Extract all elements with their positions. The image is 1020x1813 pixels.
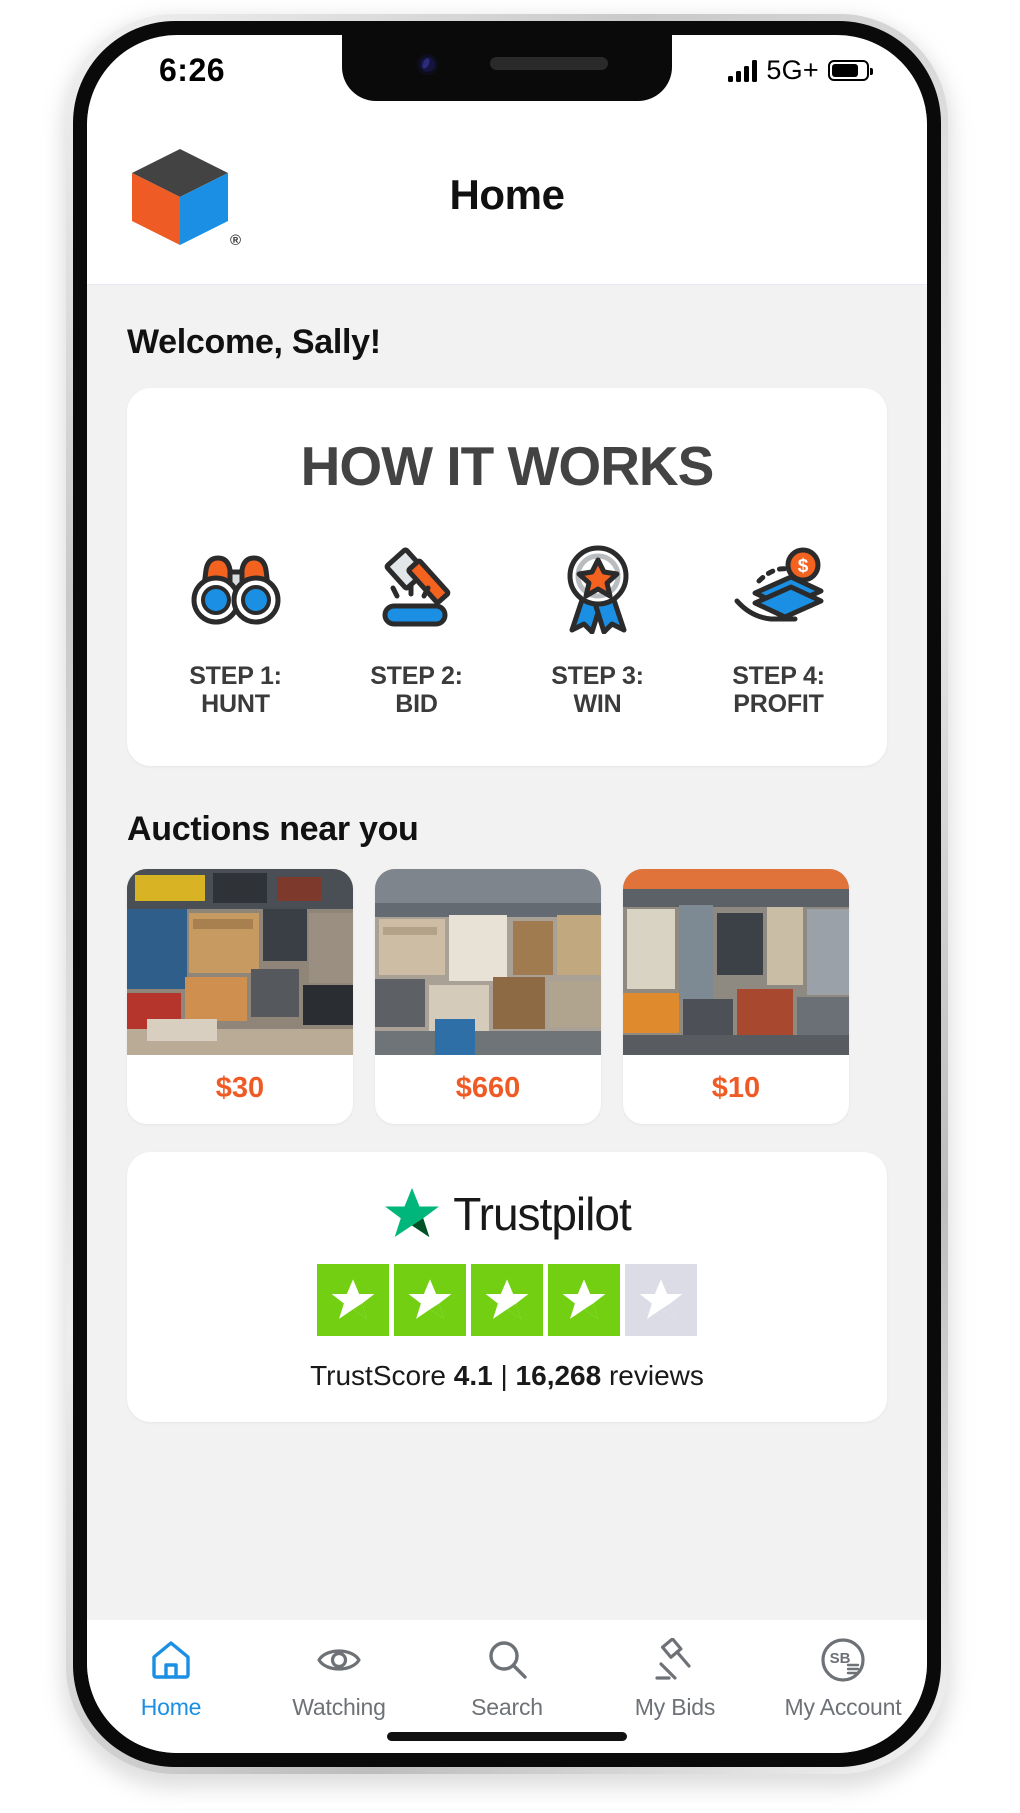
auction-price: $660 [455,1072,521,1104]
trustpilot-wordmark: Trustpilot [453,1188,631,1240]
account-avatar-icon: SB [768,1634,918,1686]
status-time: 6:26 [159,52,226,88]
trustpilot-star-icon [385,1188,440,1237]
money-in-hand-icon: $ [695,540,863,636]
trustscore-line: TrustScore 4.1 | 16,268 reviews [145,1360,869,1392]
trustscore-prefix: TrustScore [310,1360,454,1391]
tab-my-account[interactable]: SB My Account [768,1634,918,1721]
rating-star-filled [471,1264,543,1336]
step-item-win: STEP 3: WIN [514,540,682,718]
screenshot-stage: 6:26 5G+ ® Home Welcome, Sally! HOW IT W… [0,0,1020,1813]
binoculars-icon [152,540,320,636]
rating-star-empty [625,1264,697,1336]
tab-watching[interactable]: Watching [264,1634,414,1721]
trustpilot-card: Trustpilot TrustScore 4.1 | 16,268 revie… [127,1152,887,1422]
gavel-icon [333,540,501,636]
device-notch [342,35,672,101]
tab-label: My Account [784,1694,902,1720]
gavel-icon [600,1634,750,1686]
trustscore-value: 4.1 [453,1360,493,1391]
main-scroll-area[interactable]: Welcome, Sally! HOW IT WORKS STEP 1: HUN… [87,285,927,1620]
rating-star-filled [394,1264,466,1336]
registered-trademark-mark: ® [229,232,241,249]
how-it-works-steps: STEP 1: HUNT STEP 2: BID STEP 3: WIN $ S… [145,540,869,718]
home-indicator [387,1732,627,1741]
cube-logo-icon[interactable]: ® [125,141,241,251]
step-item-hunt: STEP 1: HUNT [152,540,320,718]
auction-thumbnail[interactable] [375,869,601,1055]
tab-label: Home [140,1694,202,1720]
cellular-bars-icon [728,59,758,82]
front-camera-icon [417,54,438,75]
svg-text:$: $ [797,556,808,577]
status-indicators: 5G+ [728,55,873,86]
rating-star-filled [317,1264,389,1336]
tab-label: Search [471,1694,543,1720]
auction-card[interactable]: $660 [375,869,601,1124]
tab-search[interactable]: Search [432,1634,582,1721]
auction-card[interactable]: $30 [127,869,353,1124]
auction-price: $10 [711,1072,761,1104]
earpiece-speaker [490,57,608,70]
step-item-profit: $ STEP 4: PROFIT [695,540,863,718]
tab-label: My Bids [634,1694,716,1720]
phone-screen: 6:26 5G+ ® Home Welcome, Sally! HOW IT W… [87,35,927,1753]
reviews-count: 16,268 [515,1360,602,1391]
step-label: STEP 1: HUNT [189,662,282,718]
auction-thumbnail[interactable] [623,869,849,1055]
eye-icon [264,1634,414,1686]
app-header: ® Home [87,105,927,285]
step-label: STEP 2: BID [370,662,463,718]
battery-icon [828,60,873,81]
trustpilot-logo: Trustpilot [145,1186,869,1242]
trustscore-separator: | [492,1360,516,1391]
step-label: STEP 3: WIN [551,662,644,718]
step-item-bid: STEP 2: BID [333,540,501,718]
tab-home[interactable]: Home [96,1634,246,1721]
auctions-section-title: Auctions near you [127,810,419,848]
search-icon [432,1634,582,1686]
auction-price: $30 [215,1072,265,1104]
award-ribbon-icon [514,540,682,636]
auction-card[interactable]: $10 [623,869,849,1124]
tab-label: Watching [292,1694,386,1720]
home-icon [96,1634,246,1686]
how-it-works-card: HOW IT WORKS STEP 1: HUNT STEP 2: BID ST… [127,388,887,766]
step-label: STEP 4: PROFIT [732,662,825,718]
auction-thumbnail[interactable] [127,869,353,1055]
how-it-works-title: HOW IT WORKS [300,435,715,497]
welcome-greeting: Welcome, Sally! [127,323,381,361]
reviews-suffix: reviews [601,1360,704,1391]
network-type-label: 5G+ [766,55,819,85]
trustpilot-rating-stars [145,1264,869,1336]
rating-star-filled [548,1264,620,1336]
auctions-list: $30 $660 $10 [87,869,927,1124]
tab-my-bids[interactable]: My Bids [600,1634,750,1721]
